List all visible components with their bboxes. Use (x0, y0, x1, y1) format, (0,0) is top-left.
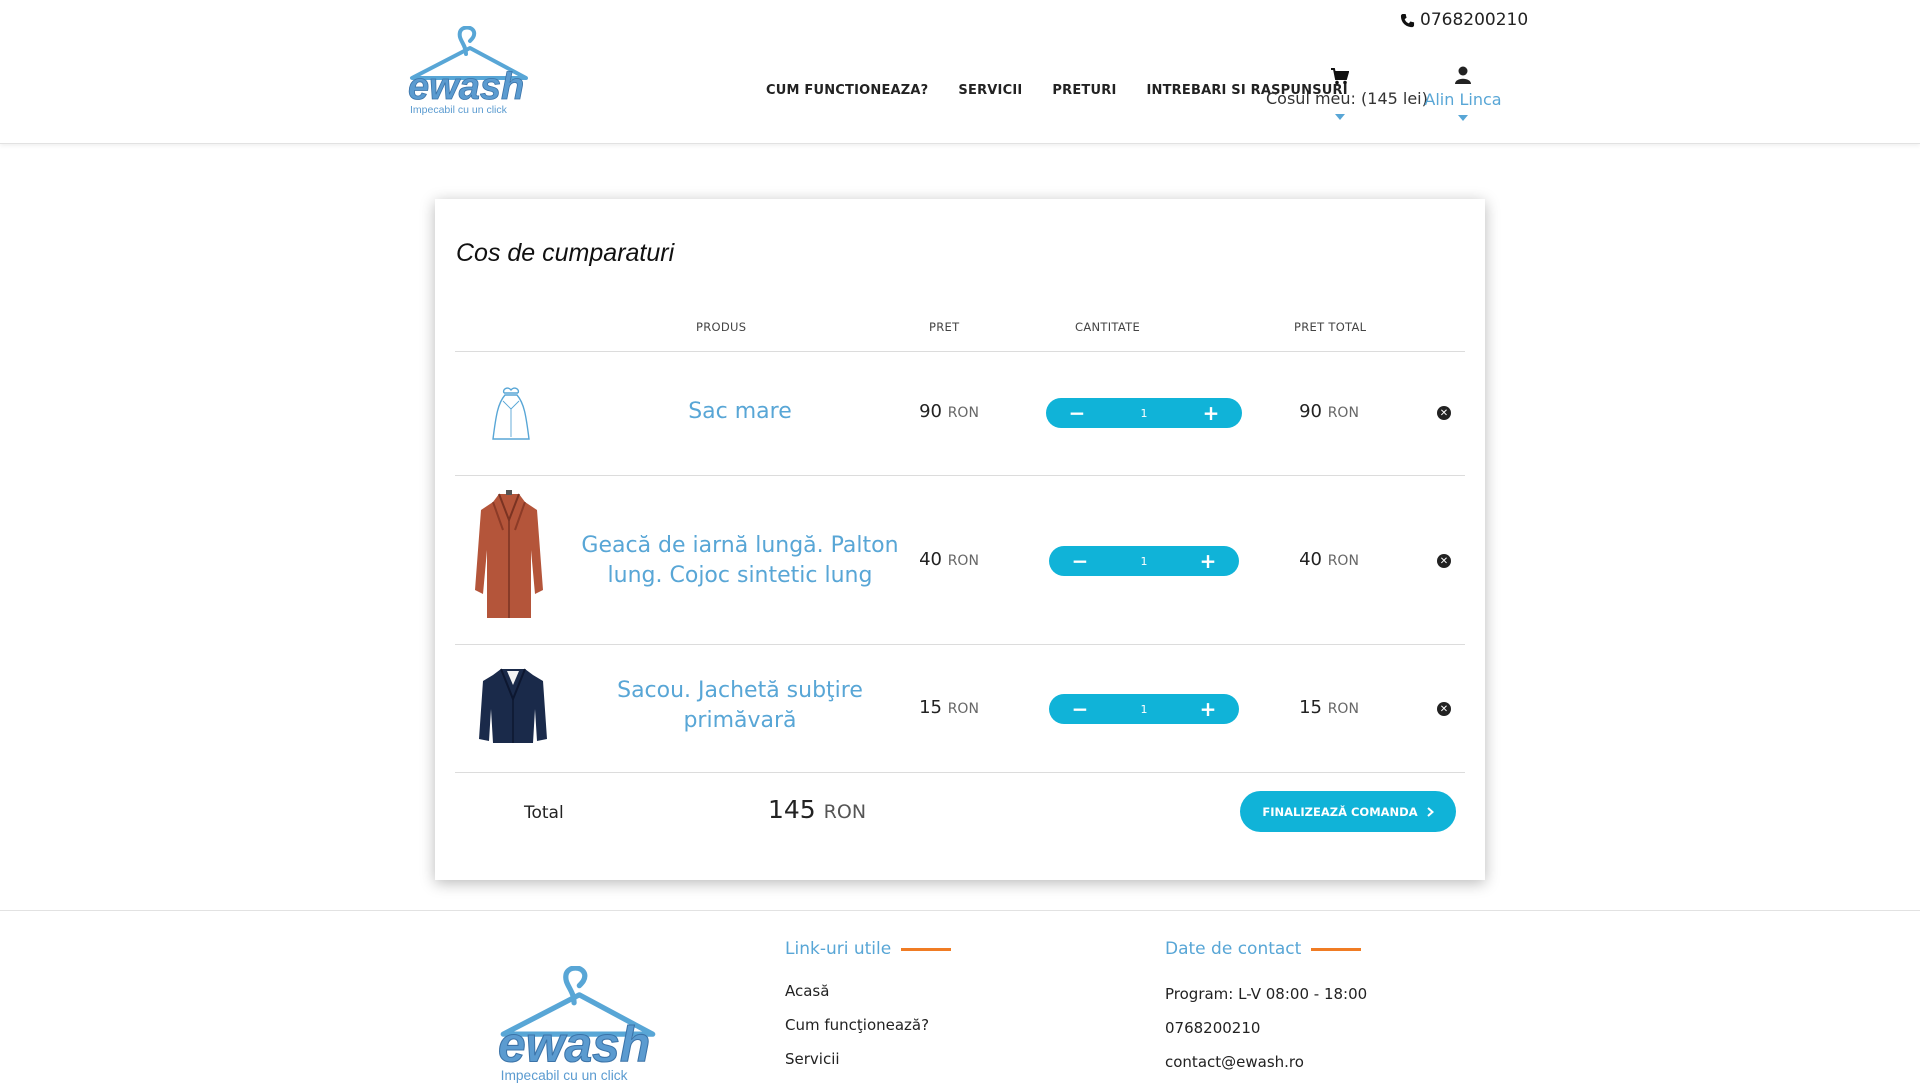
user-menu[interactable]: Alin Linca (1424, 66, 1502, 121)
nav-preturi[interactable]: PRETURI (1052, 83, 1116, 98)
jacket-image (479, 668, 547, 743)
unit-price: 40 RON (919, 549, 979, 570)
table-row: Sacou. Jachetă subţire primăvară 15 RON … (455, 645, 1465, 772)
remove-item-icon[interactable]: ✕ (1437, 406, 1451, 420)
line-total: 15 RON (1299, 697, 1359, 718)
footer-link-cum-functioneaza[interactable]: Cum funcţionează? (785, 1016, 929, 1034)
checkout-button[interactable]: FINALIZEAZĂ COMANDA (1240, 791, 1456, 832)
unit-price: 15 RON (919, 697, 979, 718)
user-name: Alin Linca (1424, 90, 1502, 109)
product-name-link[interactable]: Sacou. Jachetă subţire primăvară (575, 676, 905, 736)
decrease-button[interactable]: − (1068, 401, 1086, 425)
coat-image (475, 490, 543, 618)
footer-links-title: Link-uri utile (785, 939, 952, 959)
decrease-button[interactable]: − (1071, 549, 1089, 573)
cart-panel: Cos de cumparaturi PRODUS PRET CANTITATE… (435, 199, 1485, 880)
column-header-quantity: CANTITATE (1075, 320, 1141, 334)
footer-phone[interactable]: 0768200210 (1165, 1019, 1260, 1037)
footer-email[interactable]: contact@ewash.ro (1165, 1053, 1304, 1071)
increase-button[interactable]: + (1199, 697, 1217, 721)
main-nav: CUM FUNCTIONEAZA? SERVICII PRETURI INTRE… (766, 83, 1348, 98)
quantity-stepper: − 1 + (1046, 398, 1242, 428)
column-header-price: PRET (929, 320, 960, 334)
cart-label: Cosul meu: (145 lei) (1266, 89, 1428, 108)
quantity-value[interactable]: 1 (1141, 407, 1148, 420)
total-label: Total (524, 803, 564, 823)
accent-bar (901, 947, 952, 951)
increase-button[interactable]: + (1202, 401, 1220, 425)
table-row: Geacă de iarnă lungă. Palton lung. Cojoc… (455, 476, 1465, 644)
page-title: Cos de cumparaturi (456, 239, 675, 267)
svg-text:ewash: ewash (408, 66, 524, 108)
nav-servicii[interactable]: SERVICII (958, 83, 1022, 98)
cart-menu[interactable]: Cosul meu: (145 lei) (1266, 68, 1428, 120)
divider (455, 772, 1465, 773)
site-footer: ewash Impecabil cu un click Link-uri uti… (0, 910, 1920, 1083)
unit-price: 90 RON (919, 401, 979, 422)
checkout-label: FINALIZEAZĂ COMANDA (1262, 804, 1418, 819)
product-name-link[interactable]: Sac mare (575, 397, 905, 427)
svg-text:ewash: ewash (498, 1017, 650, 1073)
svg-text:Impecabil cu un click: Impecabil cu un click (501, 1068, 628, 1083)
nav-cum-functioneaza[interactable]: CUM FUNCTIONEAZA? (766, 83, 928, 98)
phone-number: 0768200210 (1420, 10, 1529, 30)
quantity-stepper: − 1 + (1049, 546, 1239, 576)
footer-schedule: Program: L-V 08:00 - 18:00 (1165, 985, 1368, 1003)
footer-contact-title: Date de contact (1165, 939, 1362, 959)
line-total: 90 RON (1299, 401, 1359, 422)
chevron-right-icon (1426, 806, 1434, 817)
header-phone[interactable]: 0768200210 (1400, 10, 1528, 30)
phone-icon (1400, 13, 1415, 27)
bag-icon (492, 387, 530, 440)
footer-link-acasa[interactable]: Acasă (785, 982, 829, 1000)
chevron-down-icon (1335, 114, 1345, 120)
remove-item-icon[interactable]: ✕ (1437, 702, 1451, 716)
product-name-link[interactable]: Geacă de iarnă lungă. Palton lung. Cojoc… (575, 531, 905, 591)
site-header: ewash Impecabil cu un click 0768200210 C… (0, 0, 1920, 144)
column-header-total-price: PRET TOTAL (1294, 320, 1367, 334)
accent-bar (1311, 947, 1362, 951)
quantity-value[interactable]: 1 (1141, 703, 1148, 716)
decrease-button[interactable]: − (1071, 697, 1089, 721)
footer-link-servicii[interactable]: Servicii (785, 1050, 840, 1068)
table-row: Sac mare 90 RON − 1 + 90 RON ✕ (455, 352, 1465, 475)
svg-text:Impecabil cu un click: Impecabil cu un click (410, 104, 508, 116)
ewash-logo[interactable]: ewash Impecabil cu un click (491, 965, 665, 1084)
column-header-product: PRODUS (696, 320, 747, 334)
remove-item-icon[interactable]: ✕ (1437, 554, 1451, 568)
total-value: 145 RON (768, 795, 867, 824)
increase-button[interactable]: + (1199, 549, 1217, 573)
quantity-stepper: − 1 + (1049, 694, 1239, 724)
quantity-value[interactable]: 1 (1141, 555, 1148, 568)
ewash-logo[interactable]: ewash Impecabil cu un click (404, 25, 534, 116)
line-total: 40 RON (1299, 549, 1359, 570)
user-icon (1455, 66, 1471, 84)
chevron-down-icon (1458, 115, 1468, 121)
cart-icon (1331, 68, 1349, 85)
